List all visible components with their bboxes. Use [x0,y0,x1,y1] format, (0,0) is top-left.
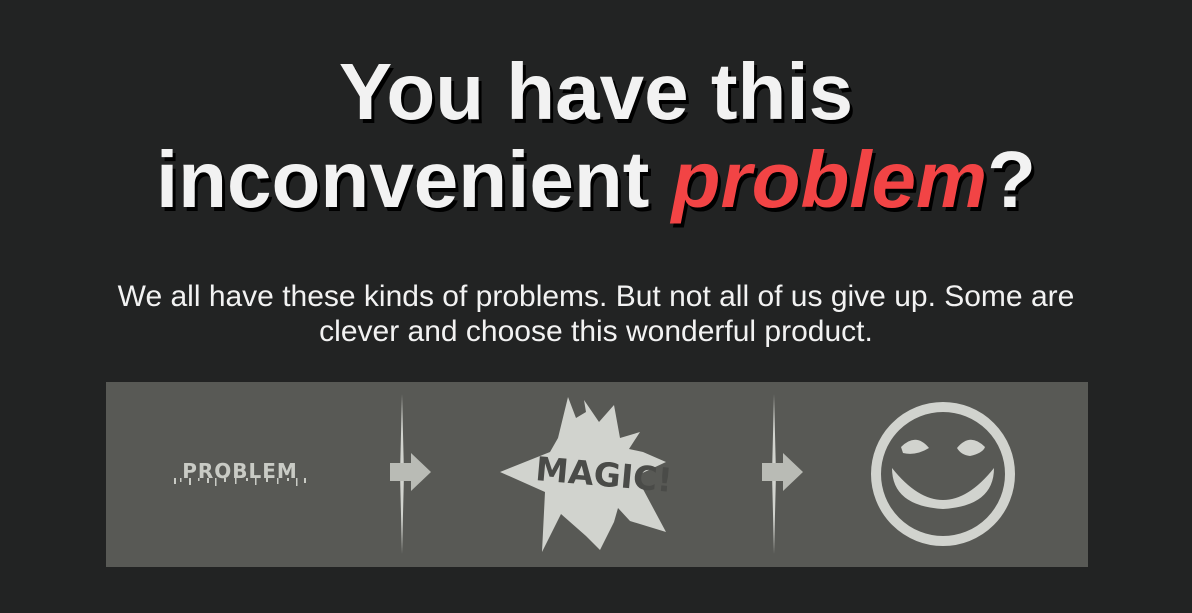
smiley-left-eye [901,439,929,454]
illustration-panel: PROBLEM MAGIC! [106,382,1088,567]
smiley-face-icon [871,402,1015,546]
problem-graphic: PROBLEM [174,459,306,486]
magic-burst-graphic: MAGIC! [500,397,674,552]
smiley-mouth [892,468,994,509]
subtext: We all have these kinds of problems. But… [117,280,1075,348]
headline-accent-word: problem [671,135,988,224]
right-arrow-icon [762,453,803,491]
illustration-graphic: PROBLEM MAGIC! [174,394,1015,554]
problem-label: PROBLEM [182,459,298,483]
headline-line1: You have this [338,47,854,136]
headline: You have this inconvenient problem? [0,48,1192,224]
headline-line2-start: inconvenient [155,135,672,224]
headline-question-mark: ? [987,135,1037,224]
smiley-right-eye [957,439,985,456]
right-arrow-icon [390,453,431,491]
